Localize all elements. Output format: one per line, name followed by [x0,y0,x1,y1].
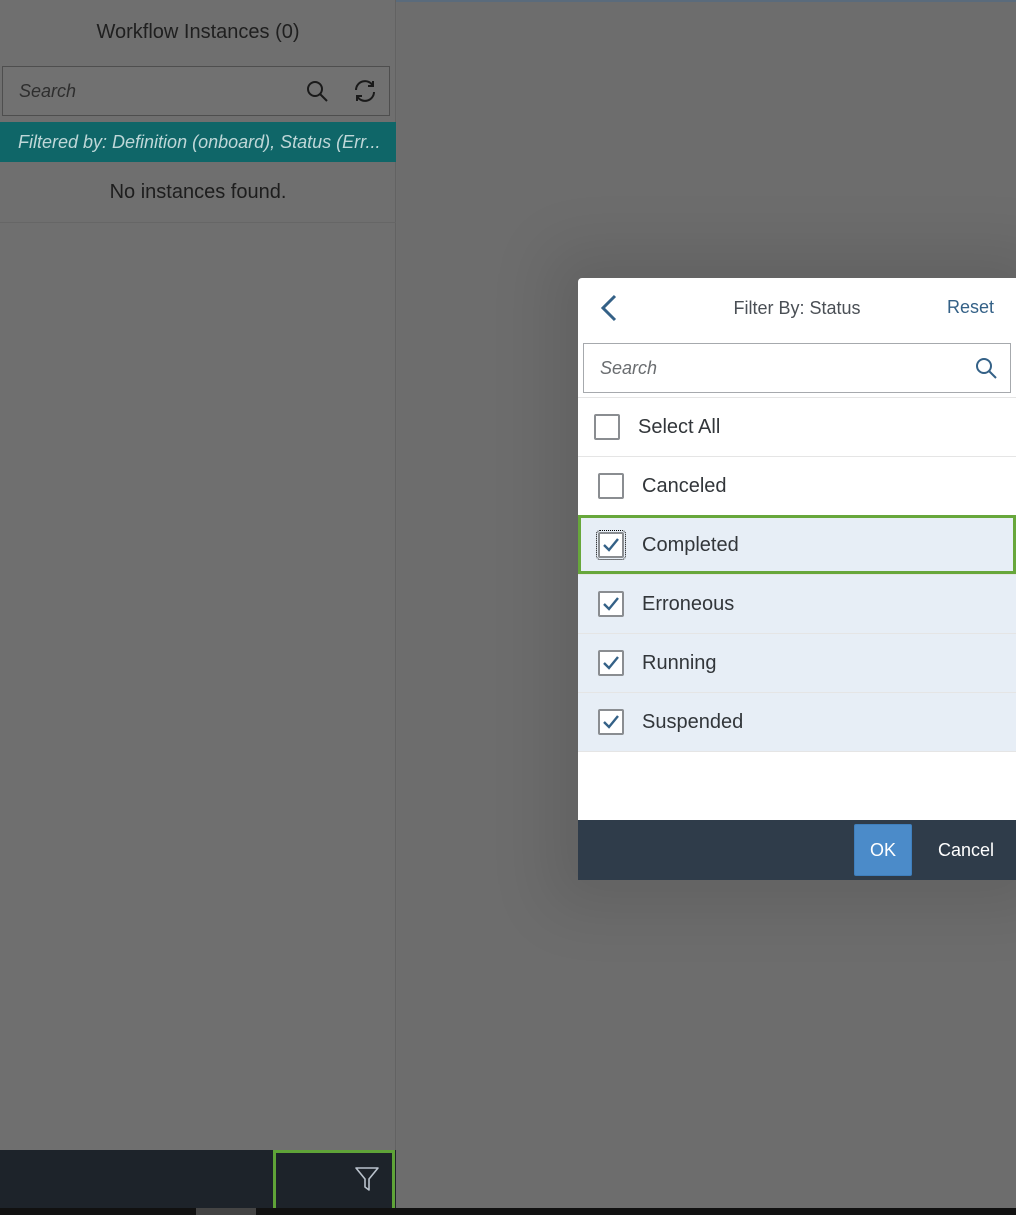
list-item-completed[interactable]: Completed [578,515,1016,574]
dialog-search-input[interactable]: Search [584,358,962,379]
master-panel: Workflow Instances (0) Search Filtered b… [0,0,396,1215]
filter-dialog: Filter By: Status Reset Search Select Al… [578,278,1016,880]
filter-info-bar[interactable]: Filtered by: Definition (onboard), Statu… [0,122,396,162]
page-title: Workflow Instances (0) [96,20,300,43]
checkbox[interactable] [596,530,626,560]
search-input[interactable]: Search [3,81,293,102]
list-divider [578,751,1016,752]
bottom-scrollbar [0,1208,1016,1215]
list-item-canceled[interactable]: Canceled [578,456,1016,515]
list-item-erroneous[interactable]: Erroneous [578,574,1016,633]
checkbox[interactable] [594,414,620,440]
dialog-header: Filter By: Status Reset [578,278,1016,340]
search-icon[interactable] [293,67,341,115]
list-item-suspended[interactable]: Suspended [578,692,1016,751]
reset-button[interactable]: Reset [947,297,994,318]
list-item-label: Running [642,651,717,674]
list-item-label: Canceled [642,474,727,497]
dialog-footer: OK Cancel [578,820,1016,880]
checkmark-icon [603,538,619,552]
list-item-running[interactable]: Running [578,633,1016,692]
list-item-label: Select All [638,415,721,438]
checkbox[interactable] [598,709,624,735]
list-item-label: Completed [642,533,739,556]
checkbox[interactable] [598,591,624,617]
list-item-select-all[interactable]: Select All [578,397,1016,456]
search-icon[interactable] [962,344,1010,392]
status-list: Select All Canceled Completed Erroneous … [578,397,1016,752]
checkmark-icon [603,715,619,729]
dialog-search-field[interactable]: Search [583,343,1011,393]
checkbox[interactable] [598,650,624,676]
cancel-button[interactable]: Cancel [938,840,994,861]
filter-button[interactable] [273,1150,395,1212]
list-item-label: Erroneous [642,592,735,615]
ok-button[interactable]: OK [853,824,912,876]
search-field[interactable]: Search [2,66,390,116]
list-item-label: Suspended [642,710,744,733]
checkbox[interactable] [598,473,624,499]
checkmark-icon [603,656,619,670]
no-data-text: No instances found. [0,162,396,223]
scrollbar-thumb[interactable] [196,1208,256,1215]
filter-icon [354,1165,380,1198]
checkmark-icon [603,597,619,611]
refresh-icon[interactable] [341,67,389,115]
